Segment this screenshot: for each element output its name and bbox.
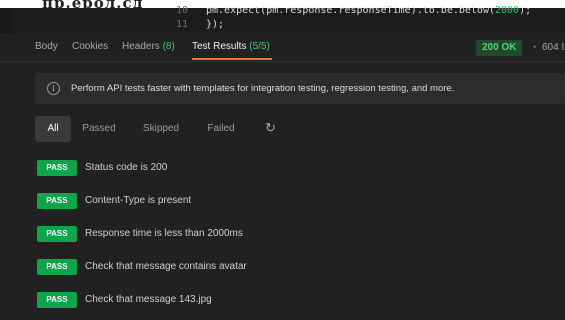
filter-skipped[interactable]: Skipped	[139, 116, 183, 142]
banner-text: Perform API tests faster with templates …	[71, 83, 455, 94]
code-line: 11});	[152, 19, 224, 30]
line-number: 11	[175, 19, 188, 30]
filter-passed[interactable]: Passed	[79, 116, 119, 142]
code-text: });	[206, 19, 225, 30]
filter-all[interactable]: All	[35, 116, 71, 142]
pass-badge: PASS	[37, 160, 77, 176]
tab-cookies[interactable]: Cookies	[72, 41, 108, 52]
test-name: Content-Type is present	[85, 195, 192, 206]
code-line: 10 pm.expect(pm.response.responseTime).to…	[152, 5, 531, 16]
status-badge: 200 OK	[476, 40, 523, 56]
active-tab-indicator	[192, 58, 272, 60]
code-text: pm.expect(pm.response.responseTime).to.b…	[206, 5, 495, 16]
code-number: 2000	[494, 5, 520, 16]
tab-body[interactable]: Body	[35, 41, 58, 52]
info-icon: i	[47, 82, 60, 95]
test-name: Check that message 143.jpg	[85, 294, 212, 305]
refresh-icon[interactable]: ↻	[265, 120, 276, 136]
status-separator: •	[533, 42, 537, 52]
line-number: 10	[175, 5, 188, 16]
tab-headers[interactable]: Headers (8)	[122, 41, 175, 52]
code-text: );	[519, 5, 532, 16]
pass-badge: PASS	[37, 292, 77, 308]
test-name: Check that message contains avatar	[85, 261, 247, 272]
pass-badge: PASS	[37, 226, 77, 242]
test-name: Status code is 200	[85, 162, 168, 173]
pass-badge: PASS	[37, 193, 77, 209]
pass-badge: PASS	[37, 259, 77, 275]
filter-failed[interactable]: Failed	[203, 116, 239, 142]
code-editor[interactable]: 10 pm.expect(pm.response.responseTime).to…	[0, 5, 565, 33]
templates-banner: i Perform API tests faster with template…	[35, 73, 565, 104]
test-name: Response time is less than 2000ms	[85, 228, 243, 239]
tab-test-results[interactable]: Test Results (5/5)	[192, 41, 270, 52]
response-size: 604 I	[542, 42, 565, 53]
